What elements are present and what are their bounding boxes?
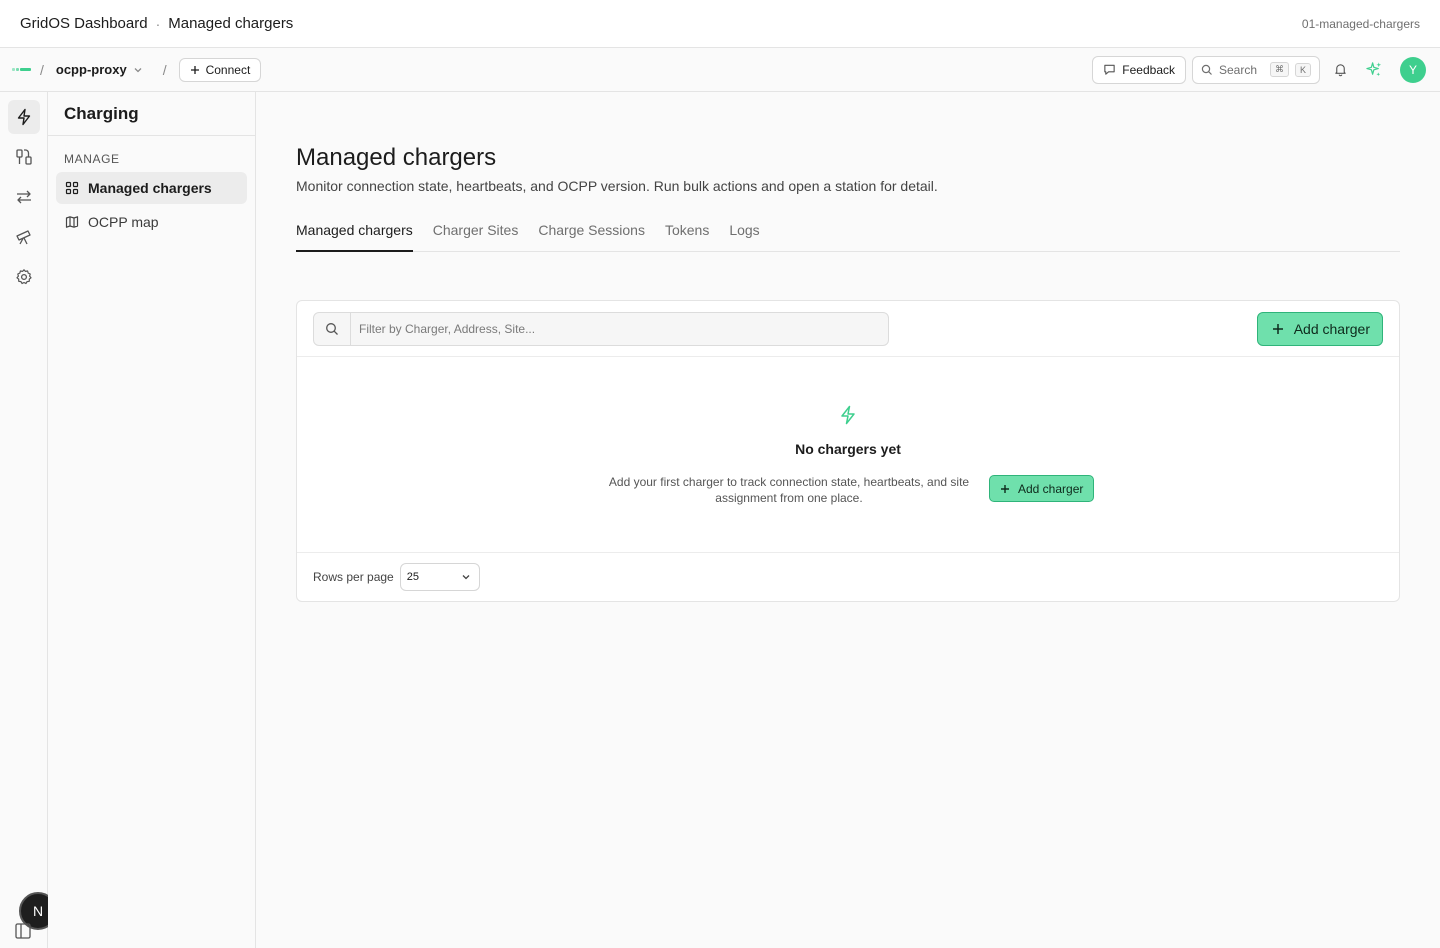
message-icon [1104, 64, 1115, 75]
breadcrumb-separator: / [162, 61, 167, 78]
plus-icon [1272, 323, 1283, 334]
rows-per-page-label: Rows per page [313, 570, 394, 584]
empty-add-charger-label: Add charger [1018, 481, 1084, 496]
rail-item-monitoring[interactable] [8, 220, 40, 254]
add-charger-label: Add charger [1293, 320, 1370, 337]
table-footer: Rows per page 25 [297, 553, 1399, 601]
search-icon [1201, 64, 1212, 75]
plus-icon [1001, 484, 1009, 493]
project-name: ocpp-proxy [55, 62, 127, 77]
search-icon [326, 322, 338, 335]
tab-logs[interactable]: Logs [729, 216, 759, 252]
top-nav: / ocpp-proxy / Connect Feedback Search ⌘… [0, 48, 1440, 92]
section-sidebar: Charging MANAGE Managed chargers OCPP ma… [48, 92, 256, 948]
map-icon [65, 216, 79, 228]
sparkle-icon [1365, 62, 1381, 77]
chevron-down-icon [462, 575, 470, 580]
sidebar-item-managed-chargers[interactable]: Managed chargers [56, 172, 247, 204]
page-description: Monitor connection state, heartbeats, an… [296, 178, 938, 194]
empty-state-description: Add your first charger to track connecti… [608, 475, 970, 505]
empty-add-charger-button[interactable]: Add charger [989, 475, 1095, 502]
brand-logo-icon[interactable] [12, 65, 32, 75]
tab-bar: Managed chargers Charger Sites Charge Se… [296, 216, 1400, 252]
shortcut-key-cmd: ⌘ [1269, 62, 1289, 77]
search-button[interactable]: Search ⌘ K [1192, 55, 1320, 84]
window-title-bar: GridOS Dashboard · Managed chargers 01-m… [0, 0, 1440, 48]
sidebar-title: Charging [48, 92, 255, 136]
connectors-icon [16, 149, 32, 165]
assistant-button[interactable] [1360, 56, 1388, 84]
chevron-down-icon [134, 67, 142, 72]
search-icon-box [314, 312, 351, 345]
empty-state-title: No chargers yet [795, 441, 901, 457]
project-selector[interactable]: ocpp-proxy [56, 62, 143, 77]
app-title: GridOS Dashboard [20, 15, 148, 32]
main-content: Managed chargers Monitor connection stat… [256, 92, 1440, 948]
add-charger-button[interactable]: Add charger [1256, 311, 1383, 346]
sidebar-item-label: OCPP map [88, 214, 159, 230]
tab-managed-chargers[interactable]: Managed chargers [296, 216, 413, 252]
rows-per-page-select[interactable]: 25 [399, 563, 480, 591]
sidebar-group-label: MANAGE [64, 152, 120, 166]
filter-box [313, 311, 889, 346]
plus-icon [190, 65, 199, 74]
feedback-label: Feedback [1122, 62, 1175, 77]
sidebar-item-ocpp-map[interactable]: OCPP map [56, 206, 247, 238]
breadcrumb-separator: / [40, 61, 44, 78]
filter-input[interactable] [351, 321, 871, 336]
sidebar-item-label: Managed chargers [88, 180, 212, 196]
charging-icon [17, 108, 31, 126]
rail-item-settings[interactable] [8, 260, 40, 294]
charging-icon [841, 405, 855, 425]
page-slug: 01-managed-chargers [1301, 16, 1420, 31]
rail-item-connectors[interactable] [8, 140, 40, 174]
table-toolbar: Add charger [297, 301, 1399, 357]
tab-tokens[interactable]: Tokens [665, 216, 709, 252]
icon-rail: N [0, 92, 57, 948]
connect-button[interactable]: Connect [178, 57, 262, 82]
grid-icon [65, 181, 79, 195]
rail-item-transfers[interactable] [8, 180, 40, 214]
settings-icon [16, 269, 32, 285]
window-page-title: Managed chargers [168, 15, 294, 32]
empty-state: No chargers yet Add your first charger t… [297, 357, 1399, 553]
search-label: Search [1219, 62, 1258, 77]
telescope-icon [16, 230, 31, 245]
tab-charge-sessions[interactable]: Charge Sessions [538, 216, 645, 252]
rows-per-page-value: 25 [406, 571, 419, 583]
notifications-button[interactable] [1326, 56, 1354, 84]
toggle-sidebar-button[interactable] [14, 922, 32, 940]
feedback-button[interactable]: Feedback [1092, 55, 1186, 84]
chargers-table-card: Add charger No chargers yet Add your fir… [296, 300, 1400, 602]
tab-charger-sites[interactable]: Charger Sites [433, 216, 519, 252]
transfer-icon [17, 190, 31, 204]
title-separator: · [155, 15, 161, 32]
rail-item-charging[interactable] [8, 100, 40, 134]
user-avatar[interactable]: Y [1400, 56, 1426, 83]
shortcut-key-k: K [1294, 62, 1311, 77]
panel-left-icon [15, 923, 31, 939]
page-title: Managed chargers [296, 144, 497, 171]
connect-button-label: Connect [205, 62, 251, 77]
bell-icon [1334, 64, 1346, 77]
